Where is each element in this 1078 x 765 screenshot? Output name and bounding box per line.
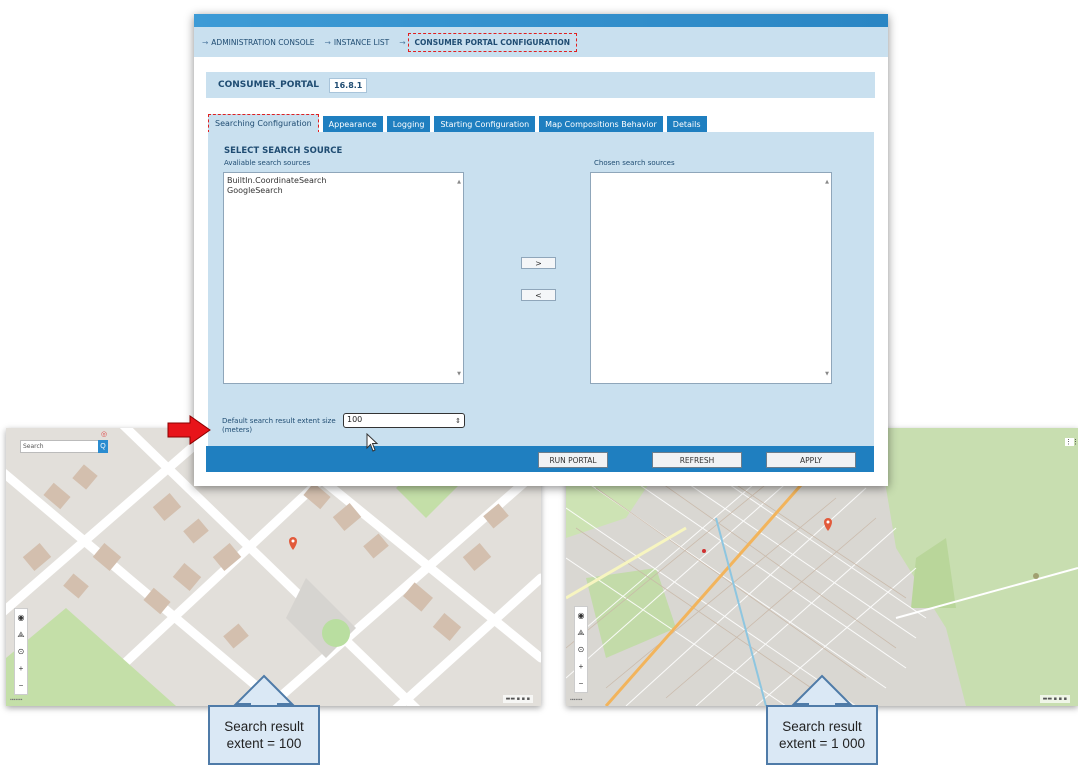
apply-button[interactable]: APPLY	[766, 452, 856, 468]
footer-bar: RUN PORTAL REFRESH APPLY	[206, 446, 874, 472]
tab-searching-configuration[interactable]: Searching Configuration	[208, 114, 319, 133]
map-attribution: ▪▪▪▪▪▪▪	[570, 697, 583, 703]
eye-icon[interactable]: ◉	[578, 611, 585, 620]
scroll-down-icon[interactable]: ▼	[825, 369, 829, 379]
callout-right: Search result extent = 1 000	[762, 674, 882, 765]
scroll-up-icon[interactable]: ▲	[457, 177, 461, 187]
tab-bar: Searching Configuration Appearance Loggi…	[208, 113, 711, 133]
callout-right-line2: extent = 1 000	[779, 736, 865, 751]
locate-icon[interactable]: ⊙	[18, 647, 25, 656]
zoom-out-icon[interactable]: −	[19, 681, 24, 690]
callout-left-line2: extent = 100	[226, 736, 302, 751]
search-config-panel: SELECT SEARCH SOURCE Avaliable search so…	[208, 132, 874, 446]
callout-left: Search result extent = 100	[204, 674, 324, 765]
measure-icon[interactable]: ⟁	[577, 628, 584, 638]
map-search-input[interactable]: Search	[20, 440, 106, 453]
red-arrow-icon	[167, 415, 211, 445]
eye-icon[interactable]: ◉	[18, 613, 25, 622]
extent-size-value: 100	[347, 415, 363, 424]
callout-right-line1: Search result	[782, 719, 862, 734]
run-portal-button[interactable]: RUN PORTAL	[538, 452, 608, 468]
list-item[interactable]: BuiltIn.CoordinateSearch	[227, 176, 460, 186]
zoom-in-icon[interactable]: +	[579, 662, 584, 671]
callout-left-line1: Search result	[224, 719, 304, 734]
available-sources-list[interactable]: BuiltIn.CoordinateSearch GoogleSearch ▲ …	[223, 172, 464, 384]
breadcrumb-consumer-portal-configuration[interactable]: CONSUMER PORTAL CONFIGURATION	[407, 32, 578, 52]
configuration-window: → ADMINISTRATION CONSOLE → INSTANCE LIST…	[194, 14, 888, 486]
tab-logging[interactable]: Logging	[386, 116, 431, 133]
arrow-right-icon: →	[324, 37, 331, 47]
arrow-right-icon: →	[202, 37, 209, 47]
remove-source-button[interactable]: <	[521, 289, 556, 301]
arrow-right-icon: →	[399, 37, 406, 47]
map-attribution: ▪▪▪▪▪▪▪	[10, 697, 23, 703]
add-source-button[interactable]: >	[521, 257, 556, 269]
locate-icon[interactable]: ⊙	[578, 645, 585, 654]
map-scale-bar: ▬▬ ▪ ▪ ▪	[502, 695, 533, 703]
zoom-in-icon[interactable]: +	[19, 664, 24, 673]
tab-details[interactable]: Details	[666, 116, 707, 133]
breadcrumb-label: ADMINISTRATION CONSOLE	[211, 37, 315, 47]
gps-icon[interactable]: ◎	[101, 430, 107, 438]
zoom-out-icon[interactable]: −	[579, 679, 584, 688]
scroll-down-icon[interactable]: ▼	[457, 369, 461, 379]
portal-name: CONSUMER_PORTAL	[218, 80, 320, 90]
breadcrumb-label: CONSUMER PORTAL CONFIGURATION	[414, 37, 571, 47]
breadcrumb-administration-console[interactable]: → ADMINISTRATION CONSOLE	[202, 38, 315, 47]
map-scale-bar: ▬▬ ▪ ▪ ▪	[1039, 695, 1070, 703]
extent-size-label: Default search result extent size (meter…	[222, 417, 336, 434]
chosen-sources-list[interactable]: ▲ ▼	[590, 172, 832, 384]
portal-header: CONSUMER_PORTAL 16.8.1	[206, 72, 875, 98]
list-item[interactable]: GoogleSearch	[227, 186, 460, 196]
callout-right-box: Search result extent = 1 000	[766, 705, 878, 765]
refresh-button[interactable]: REFRESH	[652, 452, 742, 468]
breadcrumb: → ADMINISTRATION CONSOLE → INSTANCE LIST…	[194, 27, 888, 57]
chosen-sources-label: Chosen search sources	[594, 159, 675, 167]
scroll-up-icon[interactable]: ▲	[825, 177, 829, 187]
map-toolbar-right[interactable]: ◉ ⟁ ⊙ + −	[574, 606, 588, 693]
grid-menu-icon[interactable]: ⋮⋮	[1065, 438, 1078, 446]
spinner-icon[interactable]: ⇕	[455, 415, 461, 427]
measure-icon[interactable]: ⟁	[17, 630, 24, 640]
version-badge: 16.8.1	[329, 77, 368, 93]
breadcrumb-label: INSTANCE LIST	[333, 37, 390, 47]
extent-size-input[interactable]: 100 ⇕	[343, 413, 465, 428]
mouse-cursor-icon	[366, 433, 379, 452]
section-title: SELECT SEARCH SOURCE	[224, 146, 343, 156]
breadcrumb-instance-list[interactable]: → INSTANCE LIST	[325, 38, 390, 47]
callout-left-box: Search result extent = 100	[208, 705, 320, 765]
window-top-bar	[194, 14, 888, 27]
map-toolbar[interactable]: ◉ ⟁ ⊙ + −	[14, 608, 28, 695]
tab-starting-configuration[interactable]: Starting Configuration	[434, 116, 536, 133]
tab-map-compositions-behavior[interactable]: Map Compositions Behavior	[539, 116, 663, 133]
map-search-button[interactable]: Q	[98, 440, 108, 453]
available-sources-label: Avaliable search sources	[224, 159, 311, 167]
tab-appearance[interactable]: Appearance	[322, 116, 383, 133]
